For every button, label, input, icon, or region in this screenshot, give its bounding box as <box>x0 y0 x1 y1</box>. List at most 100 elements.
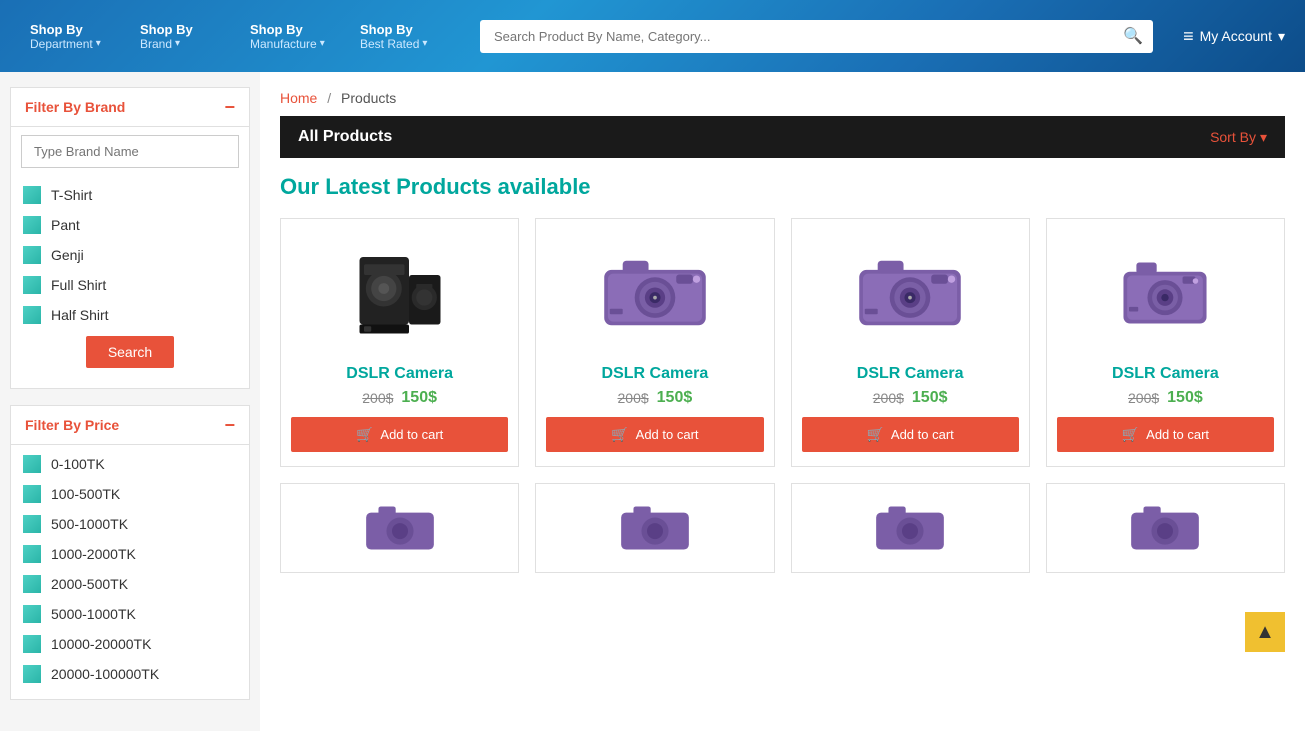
checkbox-price-5000-1000[interactable] <box>23 605 41 623</box>
breadcrumb-separator: / <box>327 90 331 106</box>
menu-lines-icon: ≡ <box>1183 26 1194 47</box>
nav-best-rated[interactable]: Shop By Best Rated ▾ <box>350 18 450 55</box>
cart-icon-1: 🛒 <box>356 426 373 443</box>
filter-price-1000-2000[interactable]: 1000-2000TK <box>21 539 239 569</box>
add-to-cart-button-4[interactable]: 🛒 Add to cart <box>1057 417 1274 452</box>
search-icon-button[interactable]: 🔍 <box>1123 26 1143 46</box>
search-bar-wrap: 🔍 <box>480 20 1153 53</box>
product-price-row-4: 200$ 150$ <box>1057 389 1274 407</box>
label-price-2000-500: 2000-500TK <box>51 576 128 592</box>
filter-price-section: Filter By Price − 0-100TK 100-500TK 500-… <box>10 405 250 700</box>
filter-item-fullshirt[interactable]: Full Shirt <box>21 270 239 300</box>
collapse-price-icon[interactable]: − <box>224 416 235 434</box>
all-products-bar: All Products Sort By ▾ <box>280 116 1285 158</box>
add-to-cart-button-2[interactable]: 🛒 Add to cart <box>546 417 763 452</box>
camera-image-icon-6 <box>615 498 695 558</box>
filter-item-halfshirt[interactable]: Half Shirt <box>21 300 239 330</box>
checkbox-genji[interactable] <box>23 246 41 264</box>
product-card-6 <box>535 483 774 573</box>
search-bar-container: 🔍 <box>480 20 1153 53</box>
chevron-down-icon-4: ▾ <box>422 38 427 49</box>
filter-item-tshirt[interactable]: T-Shirt <box>21 180 239 210</box>
breadcrumb-current: Products <box>341 90 396 106</box>
filter-price-20000-100000[interactable]: 20000-100000TK <box>21 659 239 689</box>
checkbox-price-0-100[interactable] <box>23 455 41 473</box>
main-header: Shop By Department ▾ Shop By Brand ▾ Sho… <box>0 0 1305 72</box>
product-card-7 <box>791 483 1030 573</box>
price-old-4: 200$ <box>1128 390 1159 406</box>
filter-price-0-100[interactable]: 0-100TK <box>21 449 239 479</box>
camera-image-icon-5 <box>360 498 440 558</box>
filter-item-pant[interactable]: Pant <box>21 210 239 240</box>
product-image-2 <box>546 233 763 353</box>
filter-price-2000-500[interactable]: 2000-500TK <box>21 569 239 599</box>
my-account-menu[interactable]: ≡ My Account ▾ <box>1183 26 1285 47</box>
camera-image-icon-3 <box>850 248 970 338</box>
main-content: Home / Products All Products Sort By ▾ O… <box>260 72 1305 731</box>
nav-manufacture[interactable]: Shop By Manufacture ▾ <box>240 18 340 55</box>
brand-name-input[interactable] <box>21 135 239 168</box>
filter-price-header: Filter By Price − <box>11 406 249 445</box>
filter-price-5000-1000[interactable]: 5000-1000TK <box>21 599 239 629</box>
product-price-row-1: 200$ 150$ <box>291 389 508 407</box>
label-price-1000-2000: 1000-2000TK <box>51 546 136 562</box>
checkbox-price-1000-2000[interactable] <box>23 545 41 563</box>
filter-item-genji[interactable]: Genji <box>21 240 239 270</box>
checkbox-tshirt[interactable] <box>23 186 41 204</box>
product-card-8 <box>1046 483 1285 573</box>
nav-department[interactable]: Shop By Department ▾ <box>20 18 120 55</box>
shop-by-label-4: Shop By <box>360 22 413 37</box>
product-name-3: DSLR Camera <box>802 365 1019 383</box>
camera-image-icon-8 <box>1125 498 1205 558</box>
filter-price-title: Filter By Price <box>25 417 119 433</box>
breadcrumb: Home / Products <box>280 82 1285 116</box>
products-grid-row1: DSLR Camera 200$ 150$ 🛒 Add to cart <box>280 218 1285 467</box>
scroll-top-button[interactable]: ▲ <box>1245 612 1285 652</box>
sort-by-button[interactable]: Sort By ▾ <box>1210 129 1267 146</box>
checkbox-price-20000-100000[interactable] <box>23 665 41 683</box>
checkbox-price-2000-500[interactable] <box>23 575 41 593</box>
cart-icon-3: 🛒 <box>866 426 883 443</box>
filter-price-500-1000[interactable]: 500-1000TK <box>21 509 239 539</box>
filter-price-100-500[interactable]: 100-500TK <box>21 479 239 509</box>
camera-image-icon-7 <box>870 498 950 558</box>
price-old-3: 200$ <box>873 390 904 406</box>
checkbox-price-10000-20000[interactable] <box>23 635 41 653</box>
shop-by-label-3: Shop By <box>250 22 303 37</box>
checkbox-price-100-500[interactable] <box>23 485 41 503</box>
add-to-cart-button-3[interactable]: 🛒 Add to cart <box>802 417 1019 452</box>
brand-search-button[interactable]: Search <box>86 336 174 368</box>
speaker-image-icon <box>355 248 445 338</box>
product-card-2: DSLR Camera 200$ 150$ 🛒 Add to cart <box>535 218 774 467</box>
add-to-cart-label-3: Add to cart <box>891 427 954 442</box>
add-to-cart-button-1[interactable]: 🛒 Add to cart <box>291 417 508 452</box>
filter-brand-header: Filter By Brand − <box>11 88 249 127</box>
camera-image-icon-2 <box>595 248 715 338</box>
search-input[interactable] <box>480 20 1153 53</box>
filter-price-10000-20000[interactable]: 10000-20000TK <box>21 629 239 659</box>
price-filter-list: 0-100TK 100-500TK 500-1000TK 1000-2000TK… <box>11 445 249 699</box>
product-image-3 <box>802 233 1019 353</box>
label-fullshirt: Full Shirt <box>51 277 106 293</box>
add-to-cart-label-2: Add to cart <box>636 427 699 442</box>
nav-sub-manufacture: Manufacture ▾ <box>250 37 325 51</box>
label-price-500-1000: 500-1000TK <box>51 516 128 532</box>
product-card-1: DSLR Camera 200$ 150$ 🛒 Add to cart <box>280 218 519 467</box>
cart-icon-2: 🛒 <box>611 426 628 443</box>
checkbox-halfshirt[interactable] <box>23 306 41 324</box>
checkbox-fullshirt[interactable] <box>23 276 41 294</box>
filter-brand-title: Filter By Brand <box>25 99 125 115</box>
product-name-1: DSLR Camera <box>291 365 508 383</box>
product-card-5 <box>280 483 519 573</box>
checkbox-pant[interactable] <box>23 216 41 234</box>
product-card-4: DSLR Camera 200$ 150$ 🛒 Add to cart <box>1046 218 1285 467</box>
products-grid-row2 <box>280 483 1285 573</box>
label-pant: Pant <box>51 217 80 233</box>
breadcrumb-home[interactable]: Home <box>280 90 317 106</box>
checkbox-price-500-1000[interactable] <box>23 515 41 533</box>
collapse-brand-icon[interactable]: − <box>224 98 235 116</box>
product-image-5 <box>291 498 508 558</box>
camera-image-icon-4 <box>1105 248 1225 338</box>
shop-by-label-2: Shop By <box>140 22 193 37</box>
nav-brand[interactable]: Shop By Brand ▾ <box>130 18 230 55</box>
